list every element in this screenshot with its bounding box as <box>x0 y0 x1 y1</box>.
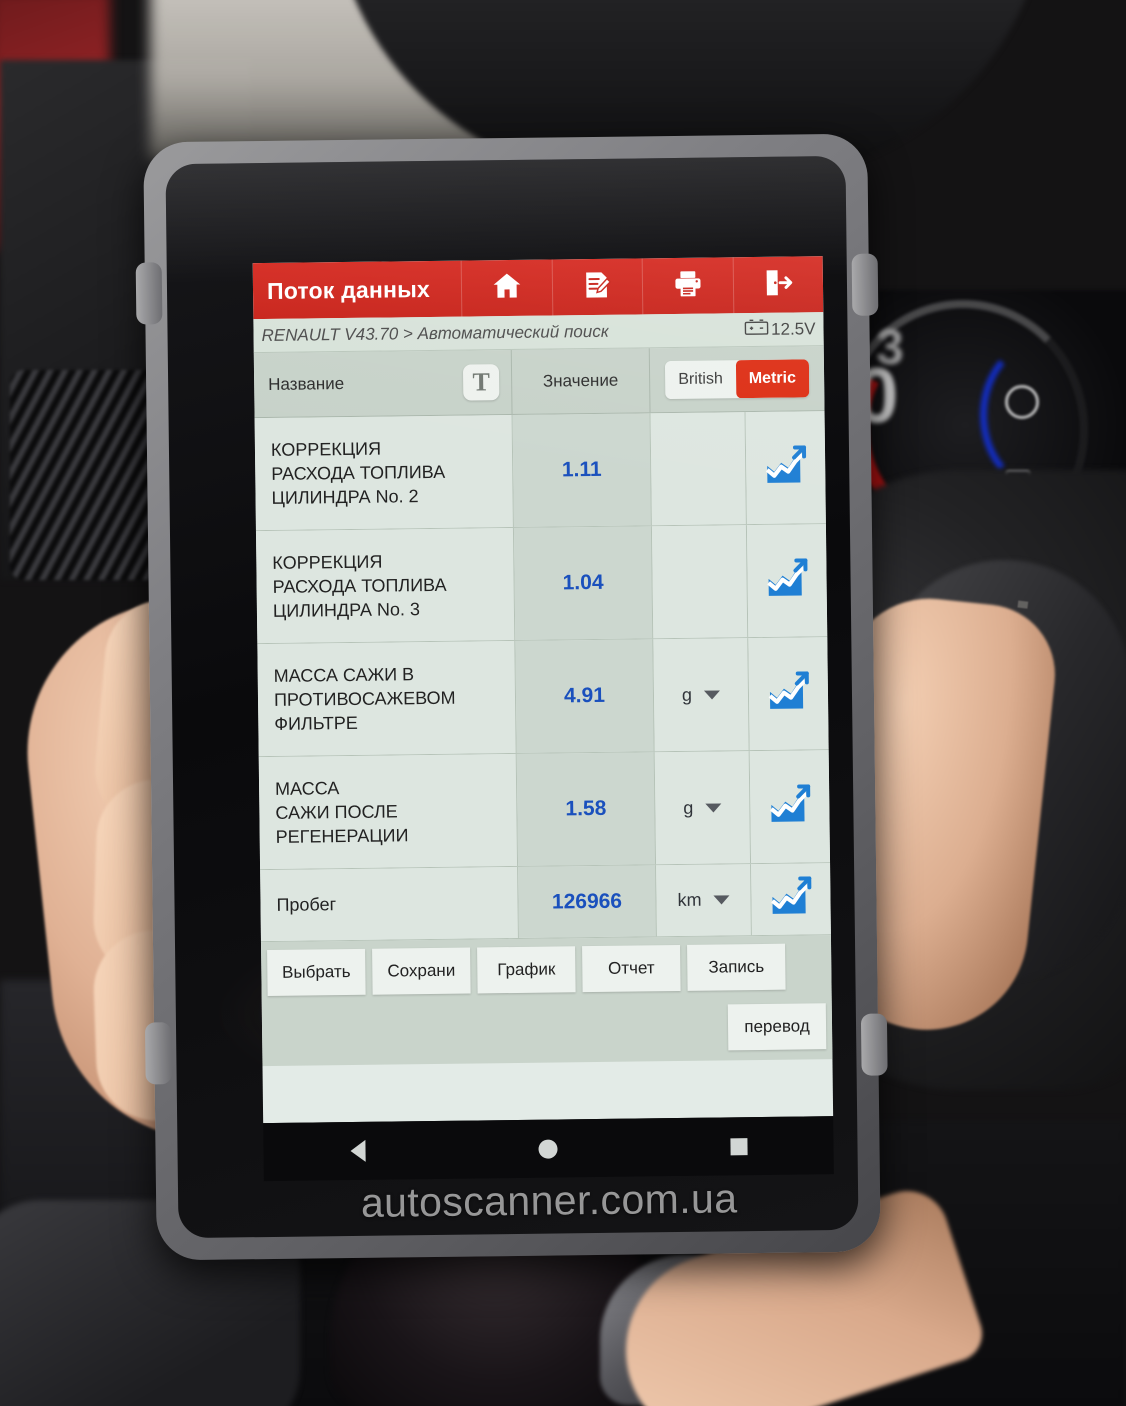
line-chart-icon <box>769 876 814 922</box>
table-row[interactable]: КОРРЕКЦИЯ РАСХОДА ТОПЛИВА ЦИЛИНДРА No. 3… <box>255 524 828 645</box>
home-icon <box>490 268 524 307</box>
table-row[interactable]: МАССА САЖИ ПОСЛЕ РЕГЕНЕРАЦИИ 1.58 g <box>258 750 831 871</box>
unit-british-button[interactable]: British <box>665 360 736 399</box>
table-header-row: Название T Значение British Metric <box>253 346 825 419</box>
case-bumper <box>860 1013 888 1076</box>
report-button[interactable]: Отчет <box>582 944 681 993</box>
unit-label: g <box>681 684 693 705</box>
chevron-down-icon[interactable] <box>713 895 730 905</box>
column-header-value: Значение <box>511 348 651 414</box>
breadcrumb: RENAULT V43.70 > Автоматический поиск <box>261 321 609 345</box>
line-chart-icon <box>765 557 810 604</box>
page-title: Поток данных <box>266 275 431 304</box>
graph-button[interactable] <box>751 863 831 936</box>
notes-button[interactable] <box>551 258 643 316</box>
graph-button[interactable] <box>749 750 831 864</box>
watermark: autoscanner.com.ua <box>360 1175 738 1226</box>
unit-label: g <box>683 797 694 818</box>
parameter-unit-selector <box>650 412 747 526</box>
save-button[interactable]: Сохрани <box>372 947 471 995</box>
background-gauge-blue-arc <box>980 340 1100 490</box>
table-row[interactable]: КОРРЕКЦИЯ РАСХОДА ТОПЛИВА ЦИЛИНДРА No. 2… <box>254 411 826 532</box>
print-button[interactable] <box>641 257 733 315</box>
parameter-name: МАССА САЖИ ПОСЛЕ РЕГЕНЕРАЦИИ <box>258 753 519 870</box>
parameter-name: КОРРЕКЦИЯ РАСХОДА ТОПЛИВА ЦИЛИНДРА No. 2 <box>254 414 514 531</box>
app-screen: Поток данных RENAULT V43.70 > Автоматиче… <box>252 256 834 1124</box>
translate-button[interactable]: перевод <box>727 1003 827 1051</box>
back-triangle-icon[interactable] <box>349 1139 366 1163</box>
parameter-unit-selector[interactable]: g <box>654 751 752 865</box>
action-button-bar: Выбрать Сохрани График Отчет Запись пере… <box>260 935 833 1067</box>
car-battery-icon <box>744 319 768 340</box>
background-gauge-digit-small: 3 <box>876 319 904 375</box>
line-chart-icon <box>763 444 808 491</box>
data-stream-table: КОРРЕКЦИЯ РАСХОДА ТОПЛИВА ЦИЛИНДРА No. 2… <box>254 411 831 943</box>
case-bumper <box>135 262 163 325</box>
select-button[interactable]: Выбрать <box>267 948 366 997</box>
parameter-name: КОРРЕКЦИЯ РАСХОДА ТОПЛИВА ЦИЛИНДРА No. 3 <box>255 527 516 644</box>
voltage-indicator: 12.5V <box>744 318 816 340</box>
parameter-unit-selector <box>651 525 749 639</box>
print-icon <box>672 267 704 304</box>
graph-button[interactable]: График <box>477 946 576 994</box>
photograph-of-tablet-in-car: 0 3 Comfort 13:34 <box>0 0 1126 1406</box>
chevron-down-icon[interactable] <box>705 802 722 813</box>
graph-button[interactable] <box>745 411 826 525</box>
android-nav-bar <box>263 1116 834 1182</box>
exit-icon <box>762 266 794 303</box>
case-bumper <box>851 253 879 316</box>
column-header-name-label: Название <box>268 374 345 394</box>
column-header-units: British Metric <box>650 346 825 412</box>
parameter-value: 1.04 <box>513 526 654 640</box>
parameter-value: 126966 <box>518 865 657 938</box>
table-row[interactable]: МАССА САЖИ В ПРОТИВОСАЖЕВОМ ФИЛЬТРЕ 4.91 g <box>257 637 829 758</box>
exit-button[interactable] <box>732 256 824 314</box>
table-row[interactable]: Пробег 126966 km <box>260 863 831 943</box>
case-bumper <box>144 1022 172 1085</box>
text-size-icon[interactable]: T <box>462 364 500 401</box>
screen-bezel: 13:34 <box>165 155 859 1239</box>
background-fan-icon <box>1005 385 1039 419</box>
graph-button[interactable] <box>748 637 829 751</box>
parameter-unit-selector[interactable]: g <box>653 638 750 752</box>
unit-metric-button[interactable]: Metric <box>735 359 810 399</box>
graph-button[interactable] <box>746 524 828 638</box>
unit-system-toggle[interactable]: British Metric <box>665 359 810 400</box>
parameter-value: 1.58 <box>516 752 657 866</box>
home-button[interactable] <box>460 259 552 317</box>
row-break <box>268 996 826 1003</box>
parameter-unit-selector[interactable]: km <box>656 864 752 937</box>
chevron-down-icon[interactable] <box>703 689 721 700</box>
parameter-value: 1.11 <box>512 413 652 527</box>
line-chart-icon <box>766 670 811 717</box>
app-toolbar: Поток данных <box>252 256 824 320</box>
voltage-value: 12.5V <box>770 318 816 339</box>
background-air-vent <box>10 370 160 580</box>
parameter-name: Пробег <box>260 866 519 942</box>
column-header-value-label: Значение <box>542 370 619 391</box>
notes-edit-icon <box>581 268 613 305</box>
column-header-name: Название T <box>253 349 513 418</box>
line-chart-icon <box>768 783 813 830</box>
diagnostic-tablet: 13:34 <box>135 133 888 1261</box>
parameter-name: МАССА САЖИ В ПРОТИВОСАЖЕВОМ ФИЛЬТРЕ <box>257 640 517 757</box>
unit-label: km <box>677 889 702 910</box>
home-circle-icon[interactable] <box>537 1138 558 1159</box>
recents-square-icon[interactable] <box>729 1137 748 1155</box>
record-button[interactable]: Запись <box>687 943 786 991</box>
parameter-value: 4.91 <box>515 639 655 753</box>
